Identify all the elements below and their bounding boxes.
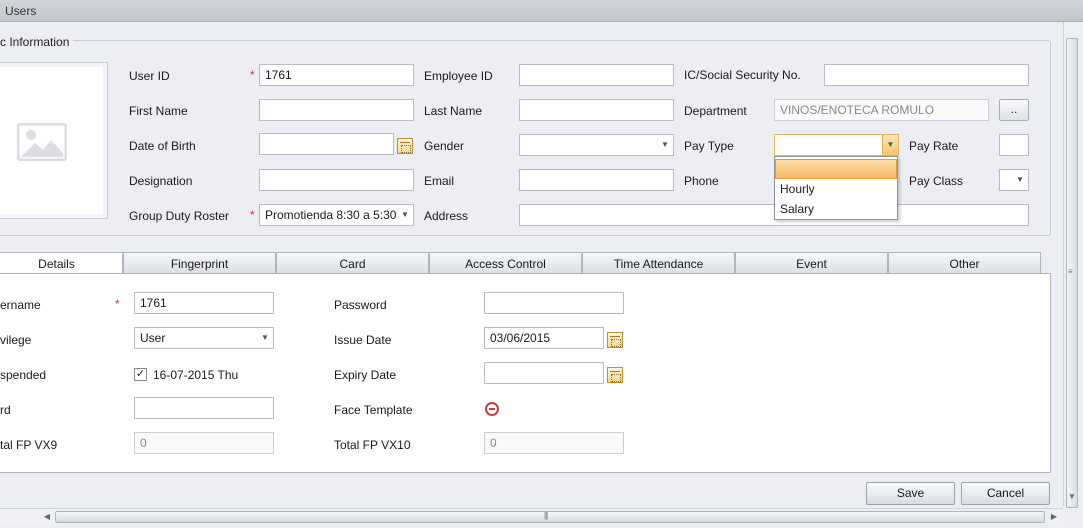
designation-label: Designation: [129, 174, 193, 188]
last-name-label: Last Name: [424, 104, 483, 118]
grip-icon: |||: [544, 511, 548, 520]
expiry-date-input[interactable]: [484, 362, 604, 384]
department-browse-button[interactable]: ..: [999, 99, 1029, 121]
scroll-left-icon[interactable]: ◀: [40, 509, 54, 524]
department-label: Department: [684, 104, 747, 118]
basic-info-legend: c Information: [0, 35, 74, 49]
pay-type-option-salary[interactable]: Salary: [775, 199, 897, 219]
address-label: Address: [424, 209, 469, 223]
designation-input[interactable]: [259, 169, 414, 191]
save-button[interactable]: Save: [866, 482, 955, 505]
chevron-down-icon: ▼: [401, 210, 409, 219]
total-fp-vx10-label: Total FP VX10: [334, 438, 411, 452]
tab-other[interactable]: Other: [888, 252, 1041, 274]
issue-date-input[interactable]: 03/06/2015: [484, 327, 604, 349]
scroll-right-icon[interactable]: ▶: [1047, 509, 1061, 524]
grip-icon: ≡: [1068, 267, 1073, 276]
chevron-down-icon: ▼: [1016, 175, 1024, 184]
pay-type-select[interactable]: ▼: [774, 134, 899, 156]
tab-card[interactable]: Card: [276, 252, 429, 274]
privilege-select[interactable]: User ▼: [134, 327, 274, 349]
group-duty-roster-label: Group Duty Roster: [129, 209, 230, 223]
group-duty-roster-value: Promotienda 8:30 a 5:30: [265, 208, 397, 222]
first-name-input[interactable]: [259, 99, 414, 121]
card-label: rd: [0, 403, 11, 417]
calendar-icon[interactable]: [607, 332, 623, 348]
tab-time-attendance[interactable]: Time Attendance: [582, 252, 735, 274]
window-title: Users: [0, 0, 1083, 22]
ic-social-input[interactable]: [824, 64, 1029, 86]
vertical-scrollbar[interactable]: ≡ ▼: [1063, 22, 1080, 508]
tab-details[interactable]: Details: [0, 252, 123, 275]
user-photo[interactable]: [0, 62, 108, 219]
calendar-icon[interactable]: [397, 138, 413, 154]
employee-id-label: Employee ID: [424, 69, 493, 83]
group-duty-roster-required-mark: *: [250, 208, 255, 222]
password-input[interactable]: [484, 292, 624, 314]
privilege-label: vilege: [0, 333, 32, 347]
pay-type-option-hourly[interactable]: Hourly: [775, 179, 897, 199]
suspended-label: spended: [0, 368, 47, 382]
user-id-label: User ID: [129, 69, 170, 83]
date-of-birth-label: Date of Birth: [129, 139, 196, 153]
tab-fingerprint[interactable]: Fingerprint: [123, 252, 276, 274]
no-entry-icon[interactable]: [485, 402, 499, 416]
chevron-down-icon: ▼: [261, 333, 269, 342]
username-required-mark: *: [115, 297, 120, 311]
face-template-label: Face Template: [334, 403, 413, 417]
pay-class-label: Pay Class: [909, 174, 964, 188]
suspended-checkbox[interactable]: ✓: [134, 368, 147, 381]
total-fp-vx9-label: tal FP VX9: [0, 438, 58, 452]
expiry-date-label: Expiry Date: [334, 368, 397, 382]
horizontal-scrollbar[interactable]: ◀ ||| ▶: [0, 508, 1063, 525]
issue-date-label: Issue Date: [334, 333, 392, 347]
group-duty-roster-select[interactable]: Promotienda 8:30 a 5:30 ▼: [259, 204, 414, 226]
horizontal-scroll-thumb[interactable]: |||: [55, 511, 1045, 523]
last-name-input[interactable]: [519, 99, 674, 121]
scroll-down-icon[interactable]: ▼: [1064, 489, 1080, 504]
pay-type-option-empty[interactable]: [775, 159, 897, 179]
suspended-date-text: 16-07-2015 Thu: [153, 368, 239, 382]
email-input[interactable]: [519, 169, 674, 191]
password-label: Password: [334, 298, 387, 312]
pay-type-dropdown-list: Hourly Salary: [774, 156, 898, 220]
tab-access-control[interactable]: Access Control: [429, 252, 582, 274]
pay-type-label: Pay Type: [684, 139, 734, 153]
vertical-scroll-thumb[interactable]: ≡: [1066, 38, 1078, 508]
pay-rate-label: Pay Rate: [909, 139, 959, 153]
total-fp-vx10-input[interactable]: 0: [484, 432, 624, 454]
gender-label: Gender: [424, 139, 465, 153]
department-input[interactable]: VINOS/ENOTECA ROMULO: [774, 99, 989, 121]
date-of-birth-input[interactable]: [259, 133, 394, 155]
image-placeholder-icon: [17, 123, 67, 161]
phone-label: Phone: [684, 174, 719, 188]
email-label: Email: [424, 174, 455, 188]
tab-strip: Details Fingerprint Card Access Control …: [0, 252, 1042, 275]
username-label: ername: [0, 298, 41, 312]
cancel-button[interactable]: Cancel: [961, 482, 1050, 505]
ic-social-label: IC/Social Security No.: [684, 68, 801, 82]
employee-id-input[interactable]: [519, 64, 674, 86]
user-id-input[interactable]: 1761: [259, 64, 414, 86]
calendar-icon[interactable]: [607, 367, 623, 383]
gender-select[interactable]: ▼: [519, 134, 674, 156]
privilege-value: User: [140, 331, 166, 345]
chevron-down-icon: ▼: [882, 135, 898, 155]
total-fp-vx9-input[interactable]: 0: [134, 432, 274, 454]
user-id-required-mark: *: [250, 68, 255, 82]
chevron-down-icon: ▼: [661, 140, 669, 149]
card-input[interactable]: [134, 397, 274, 419]
pay-rate-input[interactable]: [999, 134, 1029, 156]
username-input[interactable]: 1761: [134, 292, 274, 314]
first-name-label: First Name: [129, 104, 188, 118]
pay-class-select[interactable]: ▼: [999, 169, 1029, 191]
tab-event[interactable]: Event: [735, 252, 888, 274]
